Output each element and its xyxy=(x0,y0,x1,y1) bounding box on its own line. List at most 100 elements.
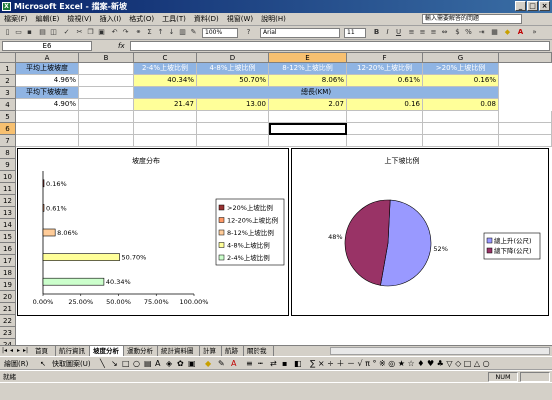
line-style-icon[interactable]: ≡ xyxy=(246,358,253,370)
empty-cell[interactable] xyxy=(16,111,79,123)
wordart-icon[interactable]: A xyxy=(155,358,160,370)
empty-cell[interactable] xyxy=(134,135,197,147)
cell-c3-total-length[interactable]: 總長(KM) xyxy=(134,87,499,99)
cut-icon[interactable]: ✂ xyxy=(75,28,84,37)
print-icon[interactable]: ▤ xyxy=(38,28,47,37)
row-header[interactable]: 18 xyxy=(0,267,16,279)
row-header[interactable]: 2 xyxy=(0,75,16,87)
row-header[interactable]: 7 xyxy=(0,135,16,147)
row-header[interactable]: 17 xyxy=(0,255,16,267)
empty-cell[interactable] xyxy=(423,135,499,147)
cell-g2[interactable]: 0.16% xyxy=(423,75,499,87)
cell-d1[interactable]: 4-8%上坡比例 xyxy=(197,63,269,75)
column-header[interactable]: F xyxy=(347,53,423,63)
name-box[interactable]: E6 xyxy=(2,41,92,51)
cell-b3[interactable] xyxy=(79,87,134,99)
cell-b1[interactable] xyxy=(79,63,134,75)
row-header[interactable]: 23 xyxy=(0,327,16,339)
indent-icon[interactable]: ⇥ xyxy=(477,28,486,37)
diagram-icon[interactable]: ◈ xyxy=(166,358,172,370)
line-color-icon[interactable]: ✎ xyxy=(218,358,225,370)
sort-desc-icon[interactable]: ↓ xyxy=(167,28,176,37)
autoshapes-button[interactable]: 快取圖案(U) xyxy=(52,358,91,370)
column-header[interactable]: B xyxy=(79,53,134,63)
row-header[interactable]: 20 xyxy=(0,291,16,303)
cell-d4[interactable]: 13.00 xyxy=(197,99,269,111)
hyperlink-icon[interactable]: ⚭ xyxy=(134,28,143,37)
cell-f1[interactable]: 12-20%上坡比例 xyxy=(347,63,423,75)
line-icon[interactable]: ╲ xyxy=(100,358,105,370)
column-header[interactable]: G xyxy=(423,53,499,63)
row-header[interactable]: 19 xyxy=(0,279,16,291)
align-center-icon[interactable]: ≡ xyxy=(418,28,427,37)
undo-icon[interactable]: ↶ xyxy=(110,28,119,37)
menu-data[interactable]: 資料(D) xyxy=(190,13,223,26)
empty-cell[interactable] xyxy=(134,123,197,135)
formula-input[interactable] xyxy=(130,41,550,51)
menu-window[interactable]: 視窗(W) xyxy=(223,13,257,26)
row-header[interactable]: 11 xyxy=(0,183,16,195)
menu-tools[interactable]: 工具(T) xyxy=(158,13,190,26)
borders-icon[interactable]: ▦ xyxy=(490,28,499,37)
tab-sheet[interactable]: 運動分析 xyxy=(124,346,158,356)
empty-cell[interactable] xyxy=(16,135,79,147)
arrow-style-icon[interactable]: ⇄ xyxy=(270,358,277,370)
empty-cell[interactable] xyxy=(499,135,552,147)
save-icon[interactable]: ▪ xyxy=(25,28,34,37)
bold-icon[interactable]: B xyxy=(372,28,381,37)
3d-icon[interactable]: ◧ xyxy=(294,358,302,370)
tab-sheet[interactable]: 首頁 xyxy=(32,346,56,356)
preview-icon[interactable]: ◫ xyxy=(49,28,58,37)
textbox-icon[interactable]: ▤ xyxy=(144,358,152,370)
function-icon[interactable]: fx xyxy=(118,41,128,51)
cell-g4[interactable]: 0.08 xyxy=(423,99,499,111)
spell-icon[interactable]: ✓ xyxy=(62,28,71,37)
empty-cell[interactable] xyxy=(269,135,347,147)
font-select[interactable]: Arial xyxy=(260,28,340,38)
row-header[interactable]: 13 xyxy=(0,207,16,219)
empty-cell[interactable] xyxy=(499,123,552,135)
underline-icon[interactable]: U xyxy=(394,28,403,37)
drawing-icon[interactable]: ✎ xyxy=(189,28,198,37)
tab-sheet[interactable]: 坡度分析 xyxy=(90,346,124,356)
selected-cell-e6[interactable] xyxy=(269,123,347,135)
empty-cell[interactable] xyxy=(347,111,423,123)
cell-b2[interactable] xyxy=(79,75,134,87)
ask-question-input[interactable]: 輸入需要解答的問題 xyxy=(422,14,522,24)
currency-icon[interactable]: $ xyxy=(453,28,462,37)
autosum-icon[interactable]: Σ xyxy=(145,28,154,37)
symbols-toolbar[interactable]: ∑ × ÷ ＋ － √ π ° ※ ◎ ★ ☆ ♦ ♥ ♣ ▽ ◇ □ △ ○ xyxy=(310,358,490,370)
cell-b4[interactable] xyxy=(79,99,134,111)
chart-wizard-icon[interactable]: ▥ xyxy=(178,28,187,37)
row-header[interactable]: 5 xyxy=(0,111,16,123)
row-header[interactable]: 12 xyxy=(0,195,16,207)
cell-a1[interactable]: 平均上坡坡度 xyxy=(16,63,79,75)
empty-cell[interactable] xyxy=(79,111,134,123)
empty-cell[interactable] xyxy=(423,123,499,135)
row-header[interactable]: 6 xyxy=(0,123,16,135)
empty-cell[interactable] xyxy=(347,135,423,147)
cell-e1[interactable]: 8-12%上坡比例 xyxy=(269,63,347,75)
row-header[interactable]: 9 xyxy=(0,159,16,171)
arrow-icon[interactable]: ↘ xyxy=(111,358,118,370)
cell-a3[interactable]: 平均下坡坡度 xyxy=(16,87,79,99)
cell-d2[interactable]: 50.70% xyxy=(197,75,269,87)
menu-format[interactable]: 格式(O) xyxy=(125,13,158,26)
maximize-button[interactable]: □ xyxy=(527,1,538,11)
tab-sheet[interactable]: 航跡 xyxy=(222,346,244,356)
tab-nav-prev-icon[interactable]: ◂ xyxy=(10,346,13,356)
cell-c4[interactable]: 21.47 xyxy=(134,99,197,111)
empty-cell[interactable] xyxy=(16,123,79,135)
row-header[interactable]: 4 xyxy=(0,99,16,111)
menu-edit[interactable]: 編輯(E) xyxy=(32,13,64,26)
row-header[interactable]: 21 xyxy=(0,303,16,315)
menu-file[interactable]: 檔案(F) xyxy=(0,13,32,26)
minimize-button[interactable]: _ xyxy=(515,1,526,11)
tab-nav-last-icon[interactable]: ▸| xyxy=(23,346,28,356)
empty-cell[interactable] xyxy=(269,111,347,123)
row-header[interactable]: 1 xyxy=(0,63,16,75)
fill-color-icon[interactable]: ◆ xyxy=(503,28,512,37)
empty-cell[interactable] xyxy=(197,123,269,135)
cell-g1[interactable]: >20%上坡比例 xyxy=(423,63,499,75)
menu-insert[interactable]: 插入(I) xyxy=(96,13,126,26)
